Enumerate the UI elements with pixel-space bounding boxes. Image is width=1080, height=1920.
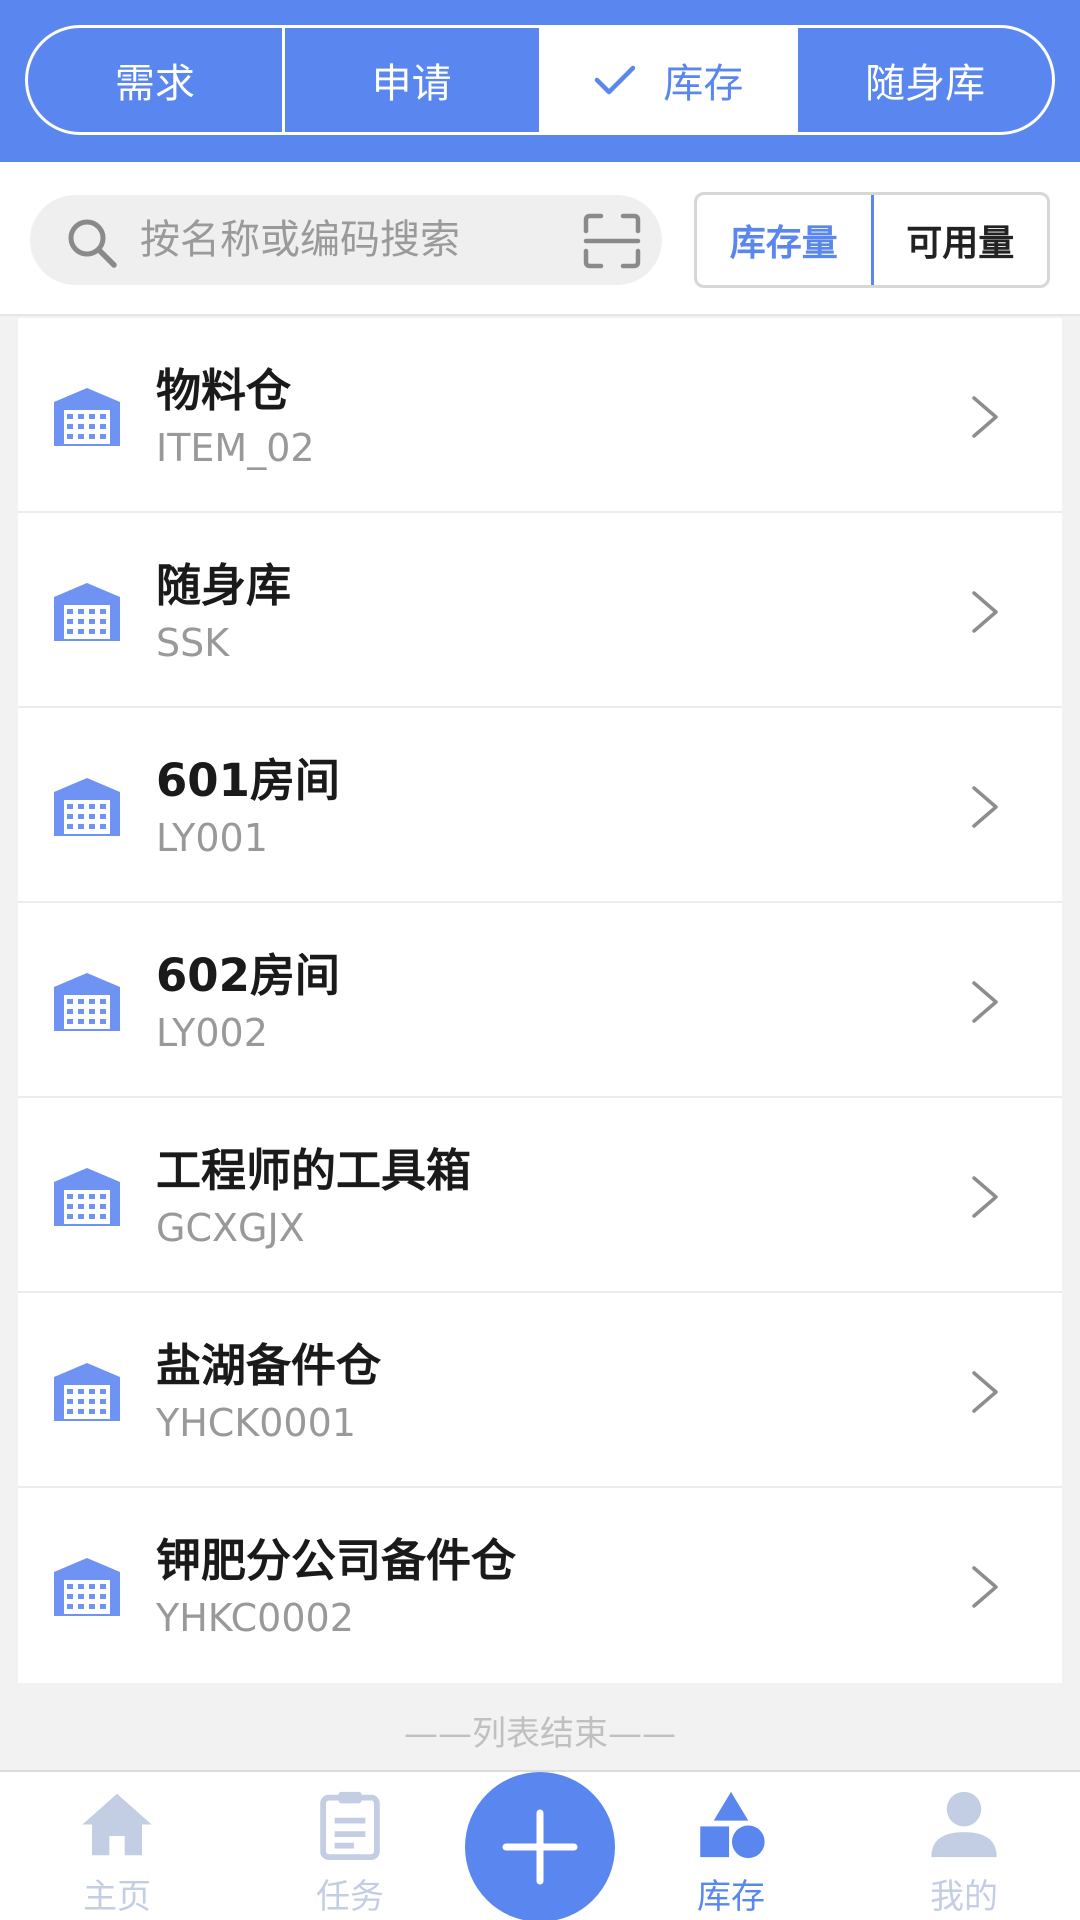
shapes-icon [700,1791,765,1859]
warehouse-list: 物料仓 ITEM_02 随身库 SSK 601房间 LY001 602房间 LY… [18,318,1062,1683]
plus-icon [502,1809,578,1885]
warehouse-name: 物料仓 [156,364,292,417]
tab-demand[interactable]: 需求 [28,28,285,132]
check-icon [595,65,636,95]
search-box[interactable] [30,195,662,285]
add-button[interactable] [465,1772,615,1920]
warehouse-code: SSK [156,621,230,665]
warehouse-icon [52,776,122,836]
warehouse-name: 盐湖备件仓 [156,1339,382,1392]
tab-apply[interactable]: 申请 [285,28,542,132]
nav-tasks[interactable]: 任务 [270,1788,430,1918]
nav-inventory[interactable]: 库存 [651,1788,811,1918]
chevron-right-icon [968,784,1004,830]
available-qty-button[interactable]: 可用量 [874,195,1048,285]
list-end-text: ——列表结束—— [404,1714,676,1754]
nav-inventory-label: 库存 [697,1877,765,1917]
list-item[interactable]: 随身库 SSK [18,513,1062,708]
tab-inventory[interactable]: 库存 [541,28,799,132]
user-icon [931,1791,997,1858]
warehouse-icon [52,1556,122,1616]
warehouse-name: 601房间 [156,754,340,807]
chevron-right-icon [968,394,1004,440]
stock-qty-button[interactable]: 库存量 [697,195,874,285]
nav-mine-label: 我的 [930,1877,998,1917]
warehouse-icon [52,581,122,641]
tab-portable-stock[interactable]: 随身库 [798,28,1052,132]
nav-tasks-label: 任务 [316,1877,384,1917]
tab-inventory-label: 库存 [663,61,744,107]
chevron-right-icon [968,1564,1004,1610]
list-item[interactable]: 601房间 LY001 [18,708,1062,903]
warehouse-name: 钾肥分公司备件仓 [156,1534,517,1587]
warehouse-icon [52,971,122,1031]
list-item[interactable]: 钾肥分公司备件仓 YHKC0002 [18,1488,1062,1683]
warehouse-icon [52,1361,122,1421]
list-item[interactable]: 工程师的工具箱 GCXGJX [18,1098,1062,1293]
warehouse-icon [52,386,122,446]
chevron-right-icon [968,589,1004,635]
warehouse-name: 工程师的工具箱 [156,1144,472,1197]
warehouse-code: ITEM_02 [156,426,315,470]
chevron-right-icon [968,1174,1004,1220]
search-toolbar: 库存量 可用量 [0,162,1080,316]
list-item[interactable]: 602房间 LY002 [18,903,1062,1098]
tab-apply-label: 申请 [371,61,452,107]
warehouse-code: YHCK0001 [156,1401,356,1445]
scan-icon[interactable] [583,213,641,269]
segmented-tabs: 需求 申请 库存 随身库 [25,25,1055,135]
warehouse-name: 随身库 [156,559,292,612]
search-icon [68,219,117,268]
nav-home-label: 主页 [83,1877,151,1917]
list-item[interactable]: 盐湖备件仓 YHCK0001 [18,1293,1062,1488]
nav-mine[interactable]: 我的 [884,1788,1044,1918]
warehouse-icon [52,1166,122,1226]
search-input[interactable] [140,209,560,271]
warehouse-name: 602房间 [156,949,340,1002]
quantity-toggle: 库存量 可用量 [694,192,1050,288]
warehouse-code: YHKC0002 [156,1596,354,1640]
top-header: 需求 申请 库存 随身库 [0,0,1080,162]
list-item[interactable]: 物料仓 ITEM_02 [18,318,1062,513]
home-icon [82,1793,152,1856]
chevron-right-icon [968,1369,1004,1415]
nav-home[interactable]: 主页 [37,1788,197,1918]
tab-demand-label: 需求 [114,61,195,107]
clipboard-icon [320,1791,380,1861]
chevron-right-icon [968,979,1004,1025]
warehouse-code: GCXGJX [156,1206,305,1250]
warehouse-code: LY002 [156,1011,268,1055]
tab-portable-stock-label: 随身库 [865,61,986,107]
warehouse-code: LY001 [156,816,268,860]
